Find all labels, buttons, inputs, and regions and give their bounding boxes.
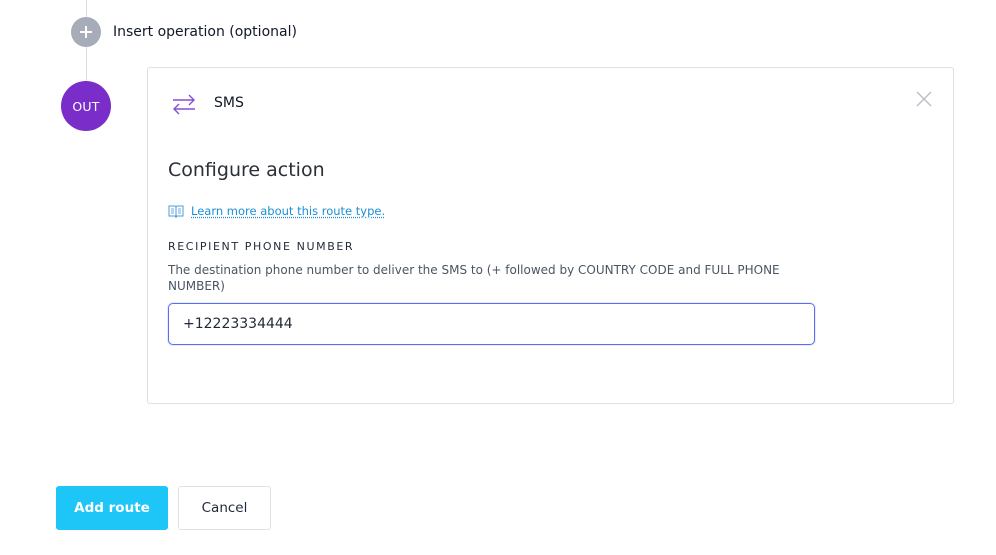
route-editor: Insert operation (optional) OUT SMS Conf… (0, 0, 996, 555)
book-icon (168, 205, 184, 218)
insert-operation-label[interactable]: Insert operation (optional) (113, 22, 297, 42)
learn-more-link[interactable]: Learn more about this route type. (191, 204, 385, 218)
insert-operation-button[interactable] (71, 17, 101, 47)
out-badge: OUT (61, 81, 111, 131)
configure-action-heading: Configure action (168, 159, 325, 181)
cancel-button[interactable]: Cancel (178, 486, 271, 530)
transfer-arrows-icon (173, 94, 195, 115)
add-route-button[interactable]: Add route (56, 486, 168, 530)
recipient-phone-help: The destination phone number to deliver … (168, 263, 780, 293)
plus-icon (80, 26, 92, 38)
action-card: SMS Configure action Learn more about th… (147, 67, 954, 404)
action-type-title: SMS (214, 95, 244, 111)
recipient-phone-input[interactable] (168, 303, 815, 345)
learn-more-row: Learn more about this route type. (168, 204, 385, 218)
recipient-phone-label: RECIPIENT PHONE NUMBER (168, 240, 355, 253)
close-icon[interactable] (915, 90, 933, 108)
